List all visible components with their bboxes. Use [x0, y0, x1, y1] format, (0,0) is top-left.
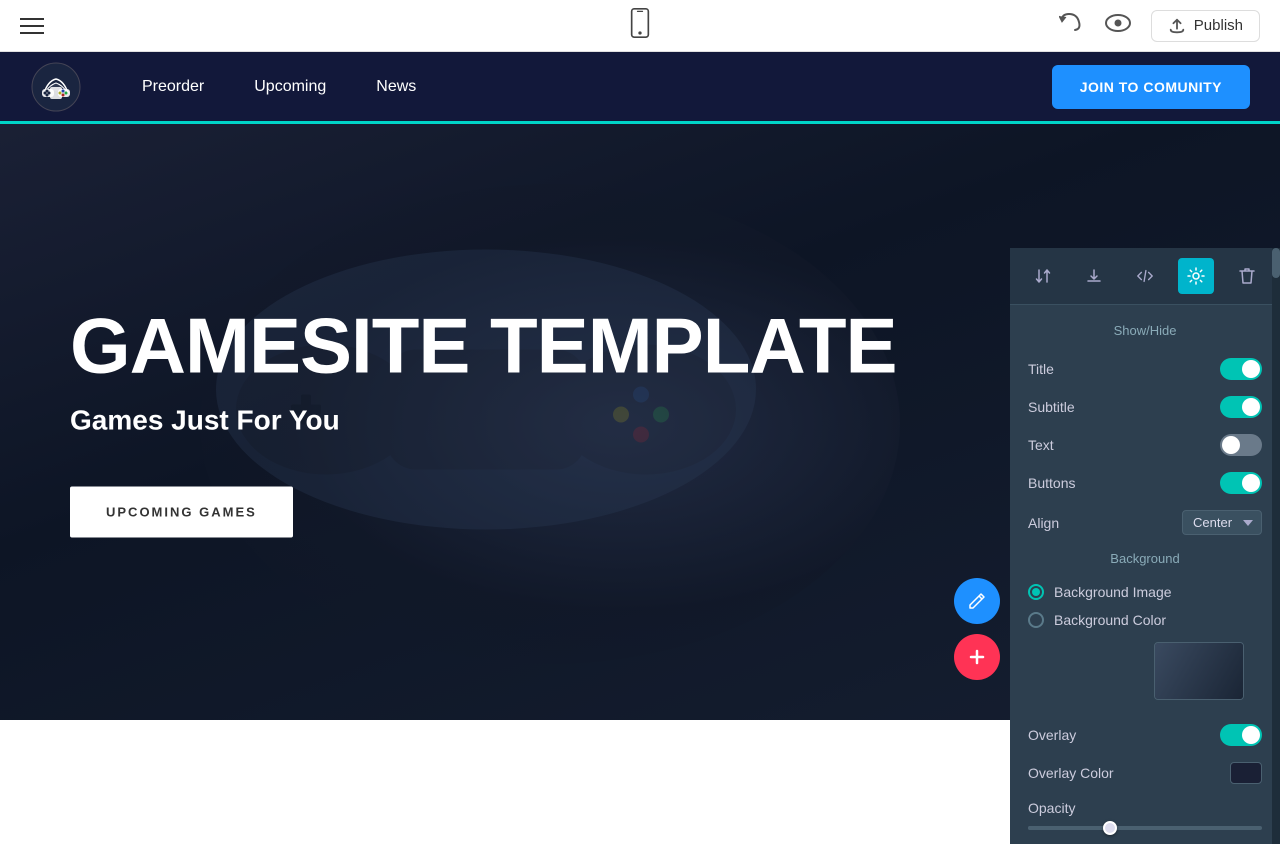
site-logo	[30, 61, 82, 113]
setting-row-overlay-color: Overlay Color	[1010, 754, 1280, 792]
panel-scrollbar[interactable]	[1272, 248, 1280, 844]
download-tool-button[interactable]	[1076, 258, 1112, 294]
nav-link-upcoming[interactable]: Upcoming	[254, 78, 326, 96]
setting-row-opacity: Opacity	[1010, 792, 1280, 838]
buttons-setting-label: Buttons	[1028, 475, 1075, 491]
overlay-setting-label: Overlay	[1028, 727, 1076, 743]
text-setting-label: Text	[1028, 437, 1054, 453]
delete-tool-button[interactable]	[1229, 258, 1265, 294]
bg-color-radio[interactable]	[1028, 612, 1044, 628]
bg-image-label: Background Image	[1054, 584, 1172, 600]
add-fab-button[interactable]	[954, 634, 1000, 680]
hero-cta-button[interactable]: UPCOMING GAMES	[70, 487, 293, 538]
align-setting-label: Align	[1028, 515, 1059, 531]
publish-label: Publish	[1194, 17, 1243, 34]
phone-icon[interactable]	[629, 8, 651, 44]
hero-content: GAMESITE TEMPLATE Games Just For You UPC…	[70, 307, 897, 538]
top-toolbar: Publish	[0, 0, 1280, 52]
opacity-label: Opacity	[1028, 800, 1075, 816]
setting-row-subtitle: Subtitle	[1010, 388, 1280, 426]
toolbar-left	[20, 18, 44, 34]
join-button[interactable]: JOIN TO COMUNITY	[1052, 65, 1250, 109]
bg-color-radio-row[interactable]: Background Color	[1010, 606, 1280, 634]
nav-links: Preorder Upcoming News	[142, 78, 1052, 96]
overlay-toggle[interactable]	[1220, 724, 1262, 746]
setting-row-align: Align Center Left Right	[1010, 502, 1280, 543]
publish-button[interactable]: Publish	[1151, 10, 1260, 42]
edit-fab-button[interactable]	[954, 578, 1000, 624]
panel-scrollbar-thumb[interactable]	[1272, 248, 1280, 278]
setting-row-title: Title	[1010, 350, 1280, 388]
settings-panel: Show/Hide Title Subtitle Text	[1010, 248, 1280, 844]
settings-toolbar	[1010, 248, 1280, 305]
main-area: GAMESITE TEMPLATE Games Just For You UPC…	[0, 124, 1280, 720]
setting-row-overlay: Overlay	[1010, 716, 1280, 754]
hero-title: GAMESITE TEMPLATE	[70, 307, 897, 385]
setting-row-buttons: Buttons	[1010, 464, 1280, 502]
toolbar-center	[629, 8, 651, 44]
setting-row-text: Text	[1010, 426, 1280, 464]
overlay-color-swatch[interactable]	[1230, 762, 1262, 784]
show-hide-label: Show/Hide	[1010, 315, 1280, 350]
bg-image-radio[interactable]	[1028, 584, 1044, 600]
bg-thumbnail[interactable]	[1154, 642, 1244, 700]
bg-thumbnail-container	[1010, 634, 1280, 716]
overlay-color-label: Overlay Color	[1028, 765, 1114, 781]
fab-container	[954, 578, 1000, 680]
eye-icon[interactable]	[1105, 14, 1131, 38]
hero-subtitle: Games Just For You	[70, 405, 897, 437]
nav-link-news[interactable]: News	[376, 78, 416, 96]
subtitle-toggle[interactable]	[1220, 396, 1262, 418]
bg-image-radio-row[interactable]: Background Image	[1010, 578, 1280, 606]
code-tool-button[interactable]	[1127, 258, 1163, 294]
hamburger-icon[interactable]	[20, 18, 44, 34]
title-setting-label: Title	[1028, 361, 1054, 377]
align-select[interactable]: Center Left Right	[1182, 510, 1262, 535]
settings-tool-button[interactable]	[1178, 258, 1214, 294]
text-toggle[interactable]	[1220, 434, 1262, 456]
site-nav: Preorder Upcoming News JOIN TO COMUNITY	[0, 52, 1280, 124]
bg-color-label: Background Color	[1054, 612, 1166, 628]
buttons-toggle[interactable]	[1220, 472, 1262, 494]
undo-icon[interactable]	[1059, 12, 1085, 40]
settings-scroll[interactable]: Show/Hide Title Subtitle Text	[1010, 305, 1280, 844]
sort-tool-button[interactable]	[1025, 258, 1061, 294]
opacity-thumb[interactable]	[1103, 821, 1117, 835]
nav-link-preorder[interactable]: Preorder	[142, 78, 204, 96]
opacity-slider[interactable]	[1028, 826, 1262, 830]
toolbar-right: Publish	[1059, 10, 1260, 42]
background-label: Background	[1010, 543, 1280, 578]
subtitle-setting-label: Subtitle	[1028, 399, 1075, 415]
title-toggle[interactable]	[1220, 358, 1262, 380]
